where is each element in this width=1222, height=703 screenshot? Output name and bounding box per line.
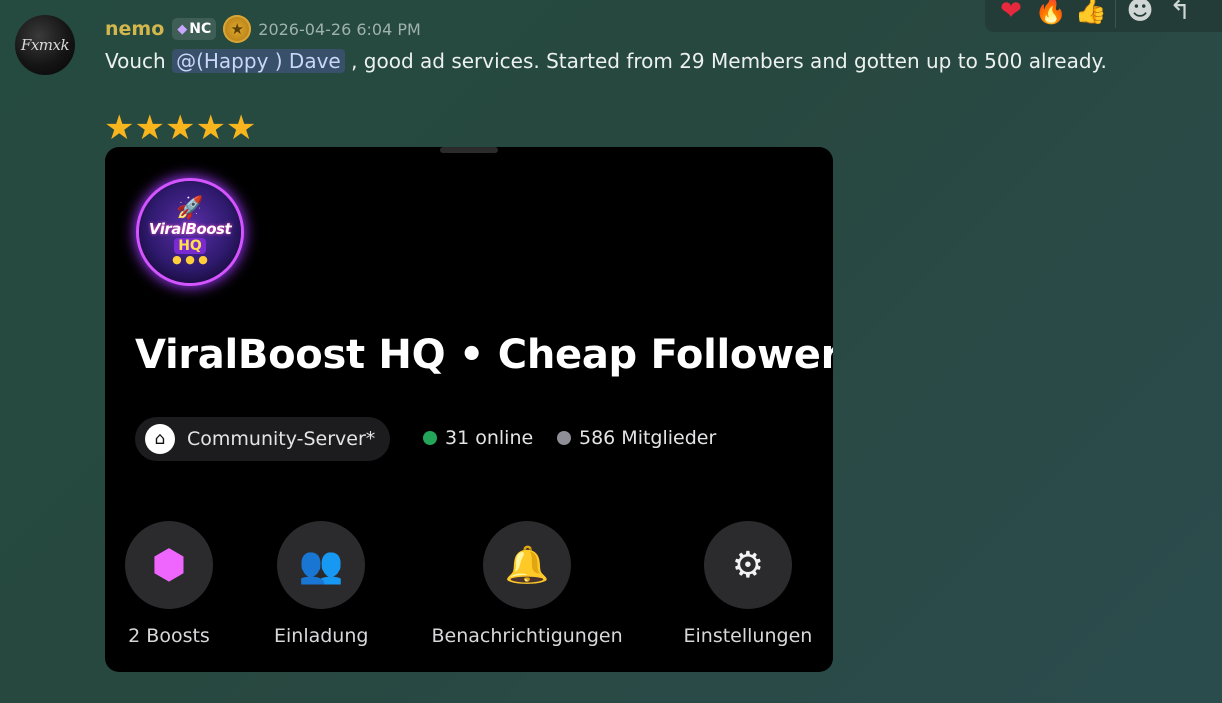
- home-icon: ⌂: [145, 424, 175, 454]
- message-toolbar: ❤ 🔥 👍 ☻ ↰: [985, 0, 1222, 32]
- server-name: ViralBoost HQ • Cheap Followers: [135, 332, 833, 378]
- community-server-pill[interactable]: ⌂ Community-Server*: [135, 417, 391, 461]
- timestamp: 2026-04-26 6:04 PM: [258, 19, 421, 39]
- coins-icon: ● ● ●: [172, 253, 208, 266]
- reply-icon: ↰: [1169, 0, 1191, 26]
- avatar[interactable]: Fxmxk: [15, 15, 75, 75]
- gear-icon: ⚙: [731, 544, 765, 586]
- profile-badge-icon[interactable]: ★: [223, 15, 252, 43]
- gem-icon: ◆: [177, 21, 188, 37]
- boost-gem-icon: ⬢: [151, 542, 187, 588]
- toolbar-separator: [1115, 0, 1116, 28]
- invite-button[interactable]: 👥: [277, 521, 366, 609]
- fire-icon: 🔥: [1034, 0, 1068, 26]
- server-icon-line1: ViralBoost: [148, 220, 232, 238]
- settings-label: Einstellungen: [683, 625, 813, 647]
- clan-tag[interactable]: ◆ NC: [172, 18, 217, 40]
- thumbs-up-icon: 👍: [1074, 0, 1108, 26]
- fire-reaction-button[interactable]: 🔥: [1031, 0, 1071, 31]
- server-card-image[interactable]: 🚀 ViralBoost HQ ● ● ● ViralBoost HQ • Ch…: [105, 147, 833, 672]
- message-header: nemo ◆ NC ★ 2026-04-26 6:04 PM: [105, 14, 421, 44]
- message-text-before: Vouch: [105, 49, 173, 73]
- settings-action[interactable]: ⚙ Einstellungen: [683, 521, 813, 647]
- username[interactable]: nemo: [105, 18, 164, 40]
- drag-handle: [440, 147, 498, 153]
- smiley-icon: ☻: [1126, 0, 1154, 26]
- notifications-button[interactable]: 🔔: [483, 521, 572, 609]
- heart-icon: ❤: [1000, 0, 1022, 26]
- online-count: 31 online: [423, 427, 533, 449]
- member-count: 586 Mitglieder: [557, 427, 716, 449]
- online-label: 31 online: [445, 427, 534, 449]
- community-label: Community-Server*: [187, 428, 376, 450]
- boost-button[interactable]: ⬢: [125, 521, 213, 609]
- members-dot: [557, 431, 571, 445]
- settings-button[interactable]: ⚙: [703, 521, 792, 609]
- user-mention[interactable]: @(Happy ) Dave: [172, 49, 345, 73]
- boosts-action[interactable]: ⬢ 2 Boosts: [125, 521, 213, 647]
- notifications-label: Benachrichtigungen: [431, 625, 623, 647]
- add-person-icon: 👥: [298, 545, 344, 586]
- members-label: 586 Mitglieder: [579, 427, 717, 449]
- avatar-text: Fxmxk: [20, 36, 70, 54]
- heart-reaction-button[interactable]: ❤: [991, 0, 1031, 31]
- notifications-action[interactable]: 🔔 Benachrichtigungen: [432, 521, 623, 647]
- clan-tag-label: NC: [189, 21, 212, 37]
- online-dot: [423, 431, 437, 445]
- server-icon: 🚀 ViralBoost HQ ● ● ●: [139, 181, 241, 283]
- invite-action[interactable]: 👥 Einladung: [274, 521, 368, 647]
- message-text-after: , good ad services. Started from 29 Memb…: [344, 49, 1107, 73]
- invite-label: Einladung: [274, 625, 369, 647]
- reply-button[interactable]: ↰: [1160, 0, 1200, 31]
- star-rating: ★★★★★: [104, 108, 257, 148]
- bell-icon: 🔔: [504, 545, 550, 586]
- message-text: Vouch @(Happy ) Dave , good ad services.…: [105, 46, 1107, 76]
- rocket-icon: 🚀: [176, 196, 204, 221]
- boosts-label: 2 Boosts: [128, 625, 210, 647]
- server-icon-line2: HQ: [174, 238, 206, 254]
- add-reaction-button[interactable]: ☻: [1120, 0, 1160, 31]
- thumbs-up-reaction-button[interactable]: 👍: [1071, 0, 1111, 31]
